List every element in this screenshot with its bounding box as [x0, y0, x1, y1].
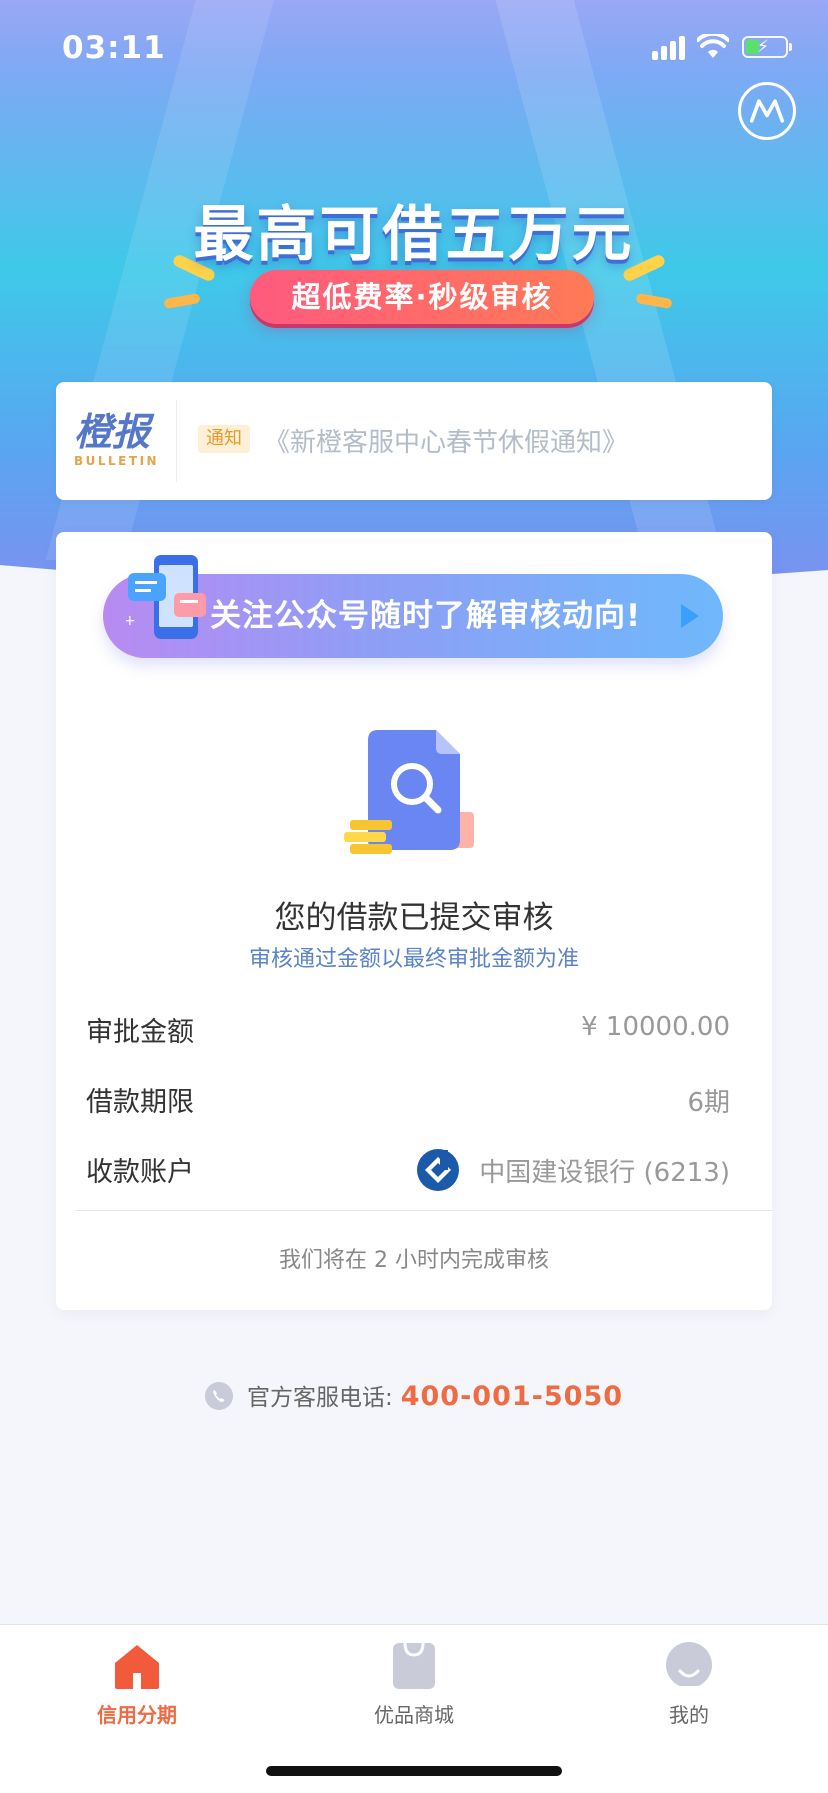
home-icon [115, 1645, 159, 1689]
row-value: ¥ 10000.00 [581, 1012, 730, 1042]
home-indicator[interactable] [266, 1766, 562, 1776]
document-search-icon [344, 730, 474, 854]
phone-chat-icon: + + [126, 551, 214, 639]
status-title: 您的借款已提交审核 [274, 900, 554, 936]
ccb-bank-icon [417, 1149, 459, 1191]
svg-text:+: + [202, 551, 214, 567]
row-approved-amount: 审批金额 ¥ 10000.00 [86, 1010, 730, 1050]
application-card: + + 关注公众号随时了解审核动向! 您的借款已提交审核 审核通过金额以最终审批… [56, 532, 772, 1310]
row-value: 中国建设银行 (6213) [479, 1158, 730, 1188]
bulletin-divider [176, 400, 177, 482]
tab-label: 优品商城 [374, 1703, 454, 1727]
tab-label: 信用分期 [97, 1703, 177, 1727]
svg-text:+: + [126, 613, 136, 629]
review-time-note: 我们将在 2 小时内完成审核 [279, 1248, 549, 1273]
signal-icon [652, 34, 686, 60]
row-receiving-account: 收款账户 中国建设银行 (6213) [86, 1149, 730, 1191]
notice-text[interactable]: 《新橙客服中心春节休假通知》 [264, 422, 628, 459]
wifi-icon [697, 34, 729, 58]
bulletin-card[interactable]: 橙报 BULLETIN 通知 《新橙客服中心春节休假通知》 [56, 382, 772, 500]
profile-icon [666, 1642, 712, 1688]
play-icon [681, 604, 699, 628]
customer-service-hotline[interactable]: 官方客服电话: 400-001-5050 [0, 1378, 828, 1418]
battery-icon: ⚡ [742, 36, 792, 58]
tab-credit-installment[interactable]: 信用分期 [57, 1641, 217, 1741]
phone-icon [204, 1382, 233, 1410]
tab-mine[interactable]: 我的 [609, 1641, 769, 1741]
brand-m-icon[interactable] [738, 82, 796, 140]
status-time: 03:11 [62, 30, 166, 66]
follow-banner-text: 关注公众号随时了解审核动向! [210, 598, 642, 634]
hotline-number[interactable]: 400-001-5050 [401, 1381, 623, 1412]
row-loan-term: 借款期限 6期 [86, 1080, 730, 1120]
row-label: 收款账户 [86, 1157, 194, 1188]
shopping-bag-icon [393, 1642, 435, 1689]
hero-subtitle-pill: 超低费率·秒级审核 [250, 270, 594, 324]
status-bar: 03:11 ⚡ [0, 0, 828, 98]
row-label: 借款期限 [86, 1087, 194, 1118]
row-value: 6期 [687, 1088, 730, 1118]
row-label: 审批金额 [86, 1017, 194, 1048]
hero-title: 最高可借五万元 [193, 200, 635, 270]
follow-account-banner[interactable]: + + 关注公众号随时了解审核动向! [103, 551, 723, 658]
hotline-label: 官方客服电话: [246, 1385, 393, 1411]
status-subtitle: 审核通过金额以最终审批金额为准 [248, 947, 579, 972]
tab-mall[interactable]: 优品商城 [334, 1641, 494, 1741]
tab-label: 我的 [669, 1703, 709, 1727]
card-divider [76, 1210, 772, 1211]
notice-badge: 通知 [198, 425, 250, 453]
